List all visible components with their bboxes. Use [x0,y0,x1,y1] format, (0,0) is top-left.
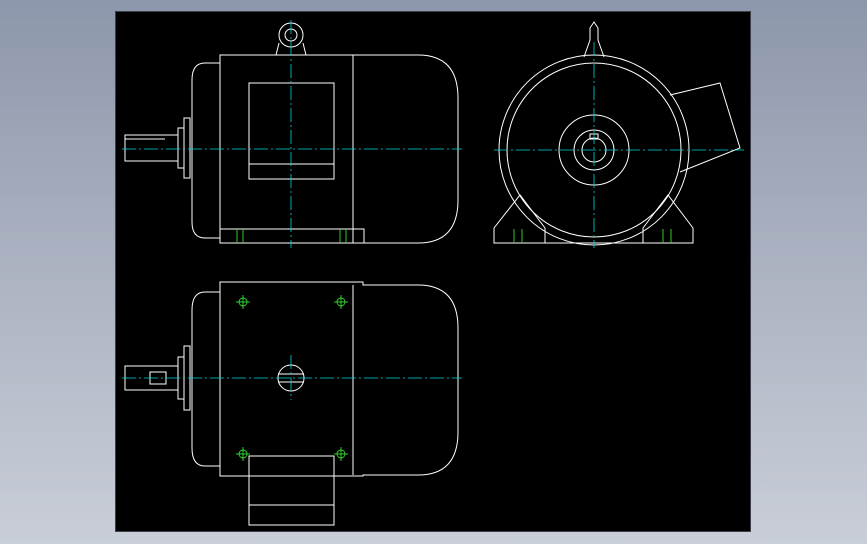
top-view [122,281,462,526]
foot-bolt-marks [236,229,347,243]
top-motor-body [219,281,459,477]
front-view [122,20,462,248]
terminal-box [248,82,335,180]
mounting-feet [219,228,365,244]
bearing-cap [183,117,191,179]
cad-drawing-viewport[interactable] [116,12,750,531]
end-view [493,21,744,248]
right-foot [642,194,694,244]
end-shield [191,62,220,239]
end-foot-bolt-marks [513,229,672,243]
motor-drawing [122,20,744,526]
shaft-shoulder [177,127,185,169]
top-end-shield [191,291,220,467]
left-foot [493,194,546,244]
top-terminal-box [248,455,335,526]
